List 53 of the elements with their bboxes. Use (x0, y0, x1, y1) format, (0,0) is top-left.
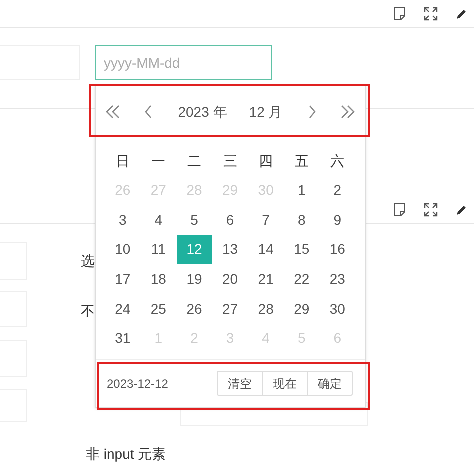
date-cell[interactable]: 20 (212, 265, 248, 294)
date-cell[interactable]: 24 (105, 294, 140, 324)
date-cell[interactable]: 6 (212, 206, 248, 235)
form-label: 选 (81, 252, 95, 271)
date-cell[interactable]: 15 (284, 235, 320, 264)
date-cell[interactable]: 28 (248, 294, 284, 324)
date-cell[interactable]: 7 (248, 206, 284, 235)
date-cell[interactable]: 16 (320, 235, 356, 264)
weekday-label: 日 (114, 152, 131, 170)
month-label[interactable]: 12 月 (245, 102, 287, 122)
form-label: 不 (81, 302, 95, 321)
date-cell[interactable]: 17 (105, 265, 140, 294)
selected-date-text: 2023-12-12 (107, 376, 168, 392)
date-cell[interactable]: 29 (284, 294, 320, 324)
date-cell[interactable]: 1 (284, 176, 320, 206)
weekday-label: 五 (294, 152, 310, 170)
date-cell[interactable]: 21 (248, 265, 284, 294)
weekday-label: 四 (258, 152, 274, 170)
note-icon[interactable] (394, 202, 406, 216)
weekday-label: 三 (222, 152, 238, 170)
pencil-icon[interactable] (456, 204, 468, 216)
date-cell[interactable]: 14 (248, 235, 284, 264)
note-icon[interactable] (394, 6, 406, 20)
date-cell[interactable]: 9 (320, 206, 356, 235)
year-label[interactable]: 2023 年 (174, 102, 232, 122)
footer-button[interactable]: 现在 (262, 371, 308, 396)
date-input-field[interactable]: yyyy-MM-dd (95, 45, 272, 80)
date-cell[interactable]: 4 (141, 206, 176, 235)
date-cell[interactable]: 30 (320, 294, 356, 324)
weekday-label: 一 (150, 152, 167, 170)
section-label: 非 input 元素 (86, 445, 166, 464)
weekday-label: 六 (330, 152, 346, 170)
date-cell[interactable]: 26 (176, 294, 212, 324)
pencil-icon[interactable] (456, 8, 468, 20)
footer-button[interactable]: 清空 (217, 371, 263, 396)
date-cell[interactable]: 18 (141, 265, 176, 294)
date-cell[interactable]: 27 (212, 294, 248, 324)
date-cell[interactable]: 11 (141, 235, 176, 264)
weekday-label: 二 (186, 152, 202, 170)
date-cell[interactable]: 23 (320, 265, 356, 294)
date-cell[interactable]: 25 (141, 294, 176, 324)
date-cell[interactable]: 2 (320, 176, 356, 206)
date-cell[interactable]: 10 (105, 235, 140, 264)
fullscreen-icon[interactable] (424, 202, 438, 216)
footer-button[interactable]: 确定 (307, 371, 353, 396)
date-cell[interactable]: 5 (176, 206, 212, 235)
date-cell[interactable]: 22 (284, 265, 320, 294)
date-cell[interactable]: 8 (284, 206, 320, 235)
date-cell[interactable]: 13 (212, 235, 248, 264)
date-cell[interactable]: 19 (176, 265, 212, 294)
fullscreen-icon[interactable] (424, 6, 438, 20)
date-cell[interactable]: 3 (105, 206, 140, 235)
date-cell[interactable]: 31 (105, 324, 140, 354)
